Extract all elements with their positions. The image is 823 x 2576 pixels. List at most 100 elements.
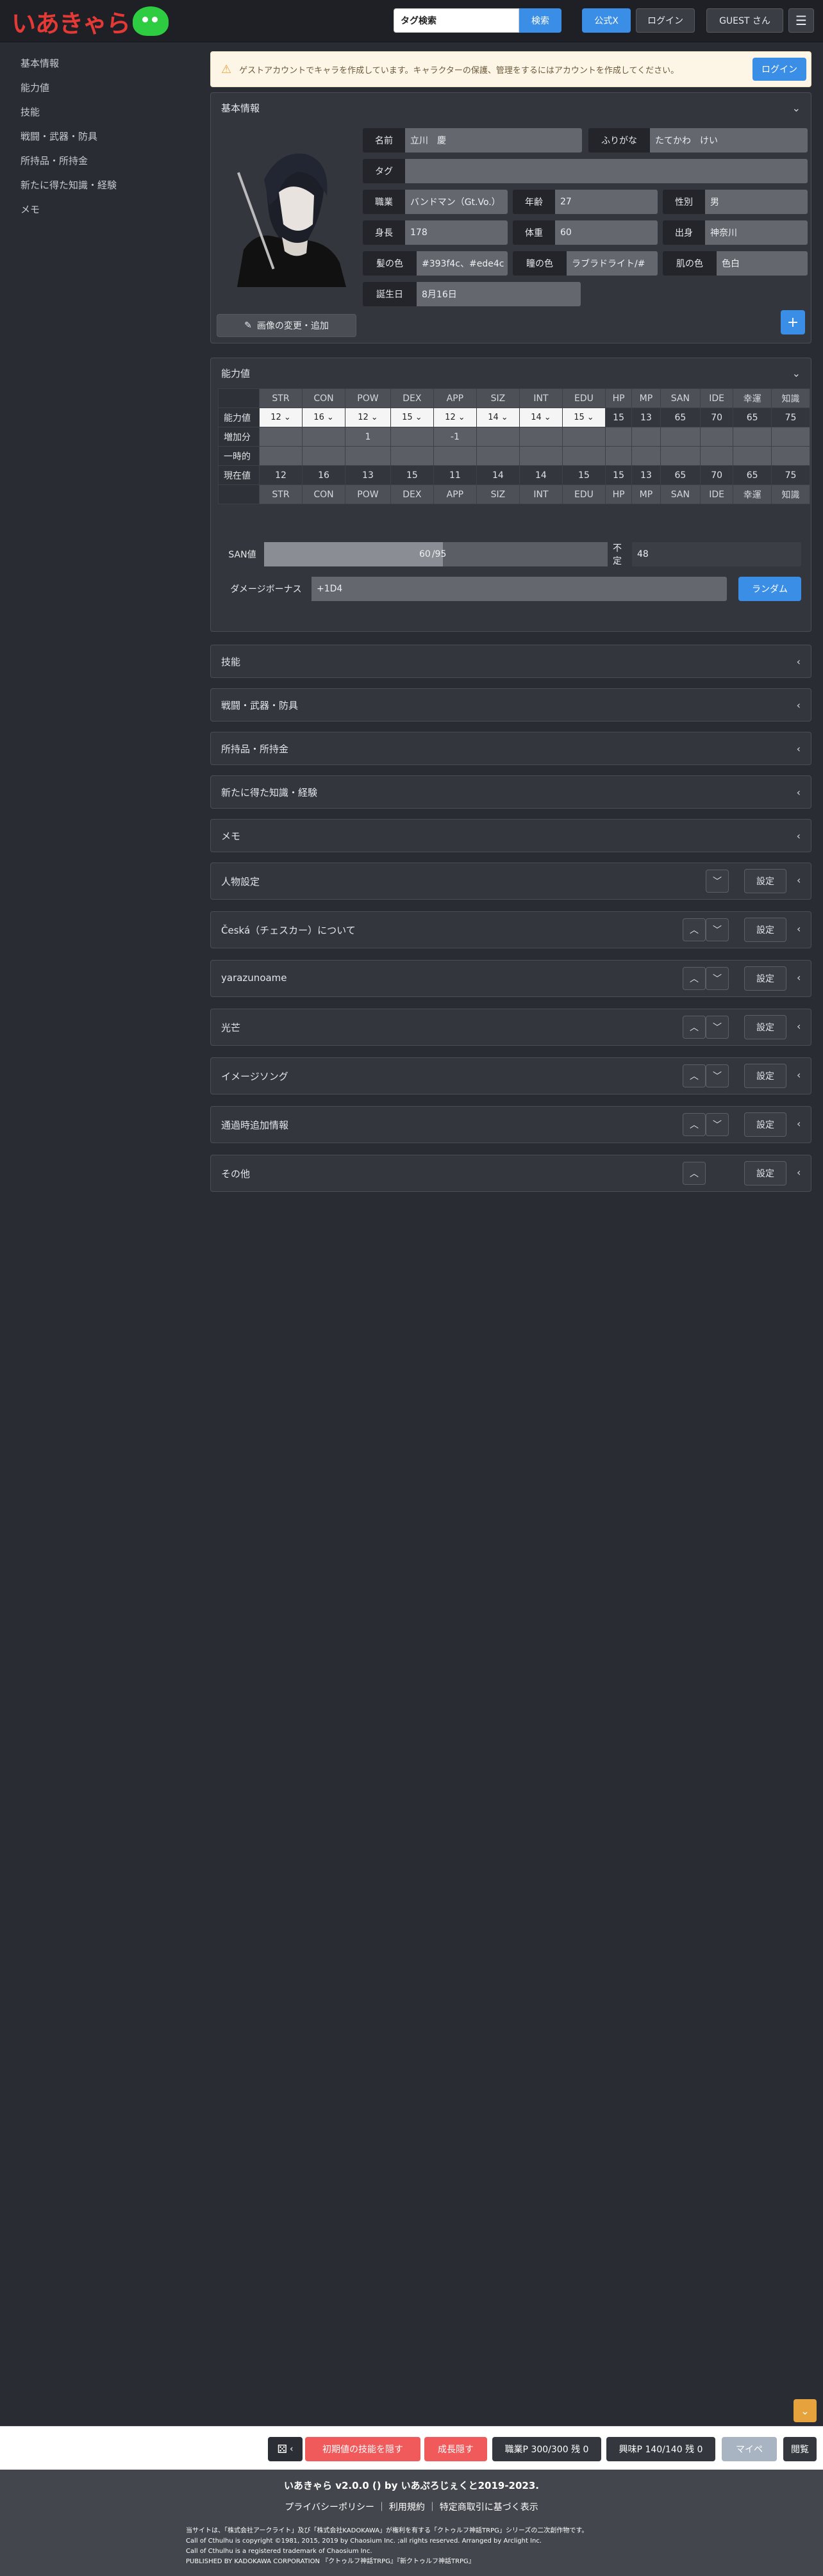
ability-select[interactable]: 16 ⌄: [302, 408, 346, 427]
hair-color-field[interactable]: 髪の色 #393f4c、#ede4c: [363, 251, 508, 276]
ability-temp-input[interactable]: [390, 446, 434, 466]
height-field[interactable]: 身長 178: [363, 220, 508, 245]
section-settings-button[interactable]: 設定: [744, 966, 786, 991]
weight-value[interactable]: 60: [555, 220, 658, 245]
ability-temp-input[interactable]: [519, 446, 563, 466]
section-settings-button[interactable]: 設定: [744, 918, 786, 942]
ability-select[interactable]: 15 ⌄: [561, 408, 606, 427]
move-down-button[interactable]: ﹀: [706, 870, 729, 893]
job-value[interactable]: バンドマン（Gt.Vo.）: [405, 190, 508, 214]
age-field[interactable]: 年齢 27: [513, 190, 658, 214]
sex-value[interactable]: 男: [705, 190, 808, 214]
sidebar-item-skills[interactable]: 技能: [21, 105, 40, 119]
site-logo[interactable]: いあきゃら: [12, 5, 169, 38]
eye-color-value[interactable]: ラブラドライト/#: [567, 251, 658, 276]
move-up-button[interactable]: ︿: [683, 1016, 706, 1039]
move-down-button[interactable]: ﹀: [706, 967, 729, 990]
ability-increase-input[interactable]: [604, 427, 633, 447]
sidebar-item-knowledge[interactable]: 新たに得た知識・経験: [21, 178, 117, 192]
sidebar-item-combat[interactable]: 戦闘・武器・防具: [21, 129, 97, 143]
section-panel[interactable]: 新たに得た知識・経験 ‹: [210, 775, 811, 809]
ability-temp-input[interactable]: [660, 446, 701, 466]
sidebar-item-basic[interactable]: 基本情報: [21, 56, 59, 70]
hair-color-value[interactable]: #393f4c、#ede4c: [417, 251, 508, 276]
chevron-left-icon[interactable]: ‹: [797, 971, 801, 984]
move-up-button[interactable]: ︿: [683, 1162, 706, 1185]
birthday-field[interactable]: 誕生日 8月16日: [363, 282, 581, 306]
ability-temp-input[interactable]: [561, 446, 606, 466]
move-down-button[interactable]: ﹀: [706, 1113, 729, 1136]
ability-increase-input[interactable]: [660, 427, 701, 447]
change-image-button[interactable]: ✎ 画像の変更・追加: [217, 314, 356, 337]
ability-increase-input[interactable]: [302, 427, 346, 447]
move-down-button[interactable]: ﹀: [706, 1016, 729, 1039]
chevron-left-icon[interactable]: ‹: [797, 874, 801, 886]
tag-field[interactable]: タグ: [363, 159, 808, 183]
ability-increase-input[interactable]: -1: [433, 427, 477, 447]
section-settings-button[interactable]: 設定: [744, 1161, 786, 1185]
basic-info-header[interactable]: 基本情報 ⌄: [211, 93, 811, 122]
ability-increase-input[interactable]: [390, 427, 434, 447]
ability-temp-input[interactable]: [604, 446, 633, 466]
chevron-left-icon[interactable]: ‹: [797, 923, 801, 935]
hide-growth-button[interactable]: 成長隠す: [424, 2437, 487, 2461]
origin-value[interactable]: 神奈川: [705, 220, 808, 245]
ability-select[interactable]: 15 ⌄: [390, 408, 434, 427]
section-header[interactable]: メモ ‹: [211, 820, 811, 852]
login-button[interactable]: ログイン: [636, 8, 695, 33]
dice-toggle-button[interactable]: ⚄ ‹: [268, 2437, 303, 2461]
random-button[interactable]: ランダム: [738, 577, 801, 601]
name-field[interactable]: 名前 立川 慶: [363, 128, 582, 153]
ability-temp-input[interactable]: [433, 446, 477, 466]
ability-increase-input[interactable]: [258, 427, 303, 447]
section-header[interactable]: 新たに得た知識・経験 ‹: [211, 776, 811, 808]
chevron-left-icon[interactable]: ‹: [797, 1020, 801, 1032]
tag-value[interactable]: [405, 159, 808, 183]
section-header[interactable]: 技能 ‹: [211, 645, 811, 677]
tag-search-input[interactable]: タグ検索: [394, 8, 519, 33]
sidebar-item-items[interactable]: 所持品・所持金: [21, 154, 88, 167]
mypage-button[interactable]: マイペ: [722, 2437, 777, 2461]
furigana-field[interactable]: ふりがな たてかわ けい: [588, 128, 808, 153]
ability-select[interactable]: 14 ⌄: [519, 408, 563, 427]
section-header[interactable]: 所持品・所持金 ‹: [211, 732, 811, 764]
ability-increase-input[interactable]: [733, 427, 772, 447]
section-panel[interactable]: 所持品・所持金 ‹: [210, 732, 811, 765]
ability-temp-input[interactable]: [476, 446, 520, 466]
footer-links[interactable]: プライバシーポリシー ｜ 利用規約 ｜ 特定商取引に基づく表示: [0, 2500, 823, 2513]
section-panel[interactable]: メモ ‹: [210, 819, 811, 852]
birthday-value[interactable]: 8月16日: [417, 282, 581, 306]
ability-temp-input[interactable]: [302, 446, 346, 466]
abilities-header[interactable]: 能力値 ⌄: [211, 358, 811, 388]
move-up-button[interactable]: ︿: [683, 918, 706, 941]
ability-increase-input[interactable]: [631, 427, 661, 447]
ability-select[interactable]: 12 ⌄: [258, 408, 303, 427]
ability-increase-input[interactable]: [561, 427, 606, 447]
move-up-button[interactable]: ︿: [683, 967, 706, 990]
ability-select[interactable]: 14 ⌄: [476, 408, 520, 427]
ability-temp-input[interactable]: [345, 446, 391, 466]
ability-temp-input[interactable]: [771, 446, 810, 466]
skin-color-field[interactable]: 肌の色 色白: [663, 251, 808, 276]
job-field[interactable]: 職業 バンドマン（Gt.Vo.）: [363, 190, 508, 214]
section-panel[interactable]: 戦闘・武器・防具 ‹: [210, 688, 811, 722]
chevron-left-icon[interactable]: ‹: [797, 1118, 801, 1130]
chevron-left-icon[interactable]: ‹: [797, 1069, 801, 1081]
scroll-down-button[interactable]: ⌄: [794, 2399, 817, 2422]
section-panel[interactable]: 技能 ‹: [210, 645, 811, 678]
ability-increase-input[interactable]: [700, 427, 734, 447]
search-button[interactable]: 検索: [519, 8, 561, 33]
ability-select[interactable]: 12 ⌄: [345, 408, 391, 427]
move-up-button[interactable]: ︿: [683, 1064, 706, 1087]
ability-temp-input[interactable]: [733, 446, 772, 466]
ability-select[interactable]: 12 ⌄: [433, 408, 477, 427]
sidebar-item-memo[interactable]: メモ: [21, 202, 40, 216]
furigana-value[interactable]: たてかわ けい: [650, 128, 808, 153]
ability-temp-input[interactable]: [700, 446, 734, 466]
section-settings-button[interactable]: 設定: [744, 869, 786, 893]
origin-field[interactable]: 出身 神奈川: [663, 220, 808, 245]
ability-increase-input[interactable]: [476, 427, 520, 447]
notice-login-button[interactable]: ログイン: [752, 58, 806, 81]
ability-increase-input[interactable]: [519, 427, 563, 447]
move-down-button[interactable]: ﹀: [706, 1064, 729, 1087]
